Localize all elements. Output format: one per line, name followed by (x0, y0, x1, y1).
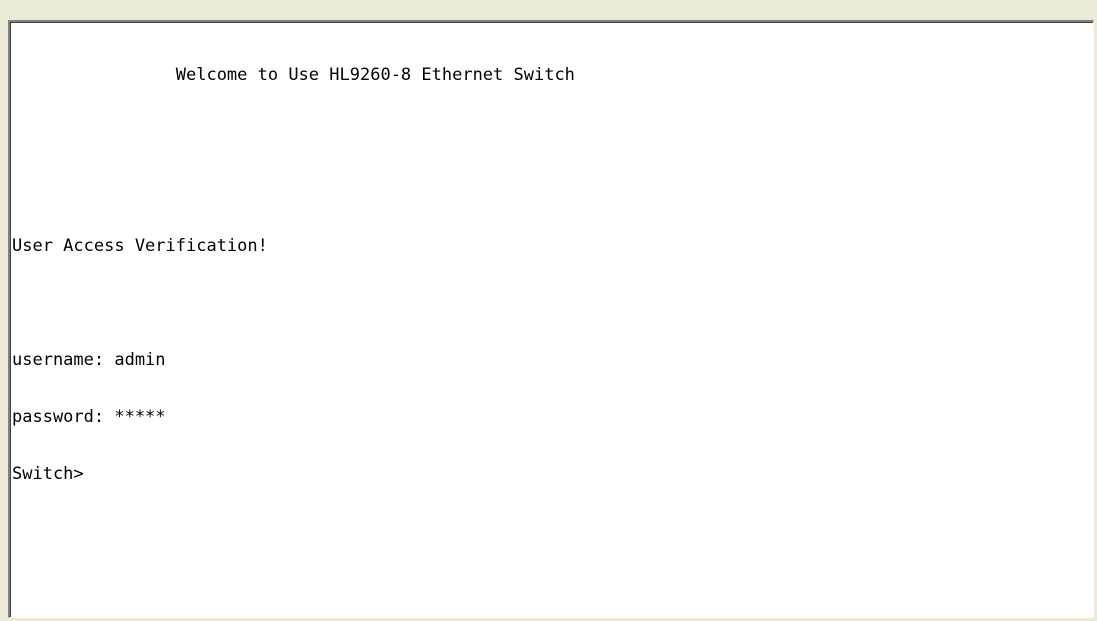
welcome-banner: Welcome to Use HL9260-8 Ethernet Switch (12, 65, 575, 85)
username-line: username: admin (12, 350, 166, 370)
command-prompt[interactable]: Switch> (12, 465, 575, 484)
prompt-text: Switch> (12, 464, 84, 484)
terminal-window: Welcome to Use HL9260-8 Ethernet Switch … (0, 0, 1097, 621)
terminal-screen[interactable]: Welcome to Use HL9260-8 Ethernet Switch … (8, 20, 1094, 618)
password-line: password: ***** (12, 407, 166, 427)
terminal-output: Welcome to Use HL9260-8 Ethernet Switch … (12, 28, 575, 522)
verification-message: User Access Verification! (12, 236, 268, 256)
